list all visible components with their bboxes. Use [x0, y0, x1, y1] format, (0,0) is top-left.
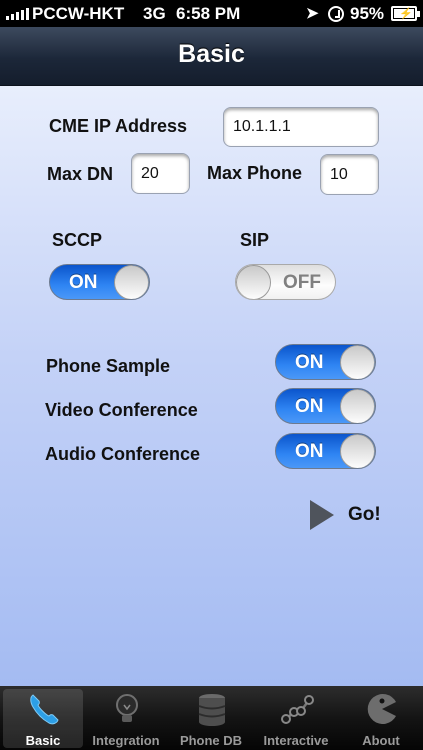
tab-bar: Basic Integration Phone DB Interactive A… — [0, 686, 423, 750]
pacman-icon — [367, 694, 396, 724]
lightbulb-icon — [116, 694, 138, 722]
tab-phone-db[interactable]: Phone DB — [171, 689, 251, 748]
cme-ip-field[interactable]: 10.1.1.1 — [223, 107, 379, 147]
battery-charging-icon: ⚡ — [391, 6, 420, 21]
tab-label: About — [362, 733, 400, 748]
play-arrow-icon — [310, 500, 334, 530]
toggle-knob — [340, 389, 375, 423]
nodes-icon — [281, 695, 314, 724]
video-conference-toggle[interactable]: ON — [275, 388, 376, 424]
carrier-name: PCCW-HKT — [32, 4, 125, 23]
sccp-toggle-state: ON — [69, 272, 98, 293]
location-arrow-icon: ➤ — [306, 5, 319, 22]
database-icon — [198, 694, 226, 726]
alarm-clock-icon — [328, 6, 344, 22]
video-conference-toggle-state: ON — [295, 396, 324, 417]
page-title: Basic — [178, 40, 245, 68]
audio-conference-toggle[interactable]: ON — [275, 433, 376, 469]
tab-label: Phone DB — [179, 733, 243, 748]
max-phone-field[interactable]: 10 — [320, 154, 379, 195]
phone-sample-toggle-state: ON — [295, 352, 324, 373]
sip-toggle[interactable]: OFF — [235, 264, 336, 300]
phone-icon — [30, 694, 59, 725]
battery-percent: 95% — [350, 4, 385, 23]
toggle-knob — [236, 265, 271, 299]
navigation-bar: Basic — [0, 27, 423, 86]
status-bar: PCCW-HKT 3G 6:58 PM ➤ 95% ⚡ — [0, 0, 423, 27]
cme-ip-label: CME IP Address — [49, 116, 188, 136]
toggle-knob — [114, 265, 149, 299]
signal-strength-icon — [6, 8, 29, 20]
max-dn-label: Max DN — [47, 164, 114, 184]
tab-label: Basic — [25, 733, 61, 748]
tab-about[interactable]: About — [341, 689, 421, 748]
toggle-knob — [340, 345, 375, 379]
tab-label: Interactive — [263, 733, 329, 748]
sccp-toggle[interactable]: ON — [49, 264, 150, 300]
status-time: 6:58 PM — [176, 4, 241, 23]
phone-sample-label: Phone Sample — [46, 356, 171, 376]
audio-conference-toggle-state: ON — [295, 441, 324, 462]
sccp-label: SCCP — [52, 230, 103, 250]
tab-label: Integration — [92, 733, 160, 748]
max-phone-label: Max Phone — [207, 163, 303, 183]
tab-integration[interactable]: Integration — [86, 689, 166, 748]
basic-settings-panel: CME IP Address 10.1.1.1 Max DN 20 Max Ph… — [0, 86, 423, 686]
network-type: 3G — [143, 4, 166, 23]
go-button-label: Go! — [348, 504, 381, 525]
audio-conference-label: Audio Conference — [45, 444, 201, 464]
toggle-knob — [340, 434, 375, 468]
tab-basic[interactable]: Basic — [3, 689, 83, 748]
phone-sample-toggle[interactable]: ON — [275, 344, 376, 380]
max-dn-field[interactable]: 20 — [131, 153, 190, 194]
go-button[interactable]: Go! — [310, 500, 381, 530]
sip-label: SIP — [240, 230, 270, 250]
tab-interactive[interactable]: Interactive — [256, 689, 336, 748]
video-conference-label: Video Conference — [45, 400, 198, 420]
sip-toggle-state: OFF — [283, 272, 321, 293]
